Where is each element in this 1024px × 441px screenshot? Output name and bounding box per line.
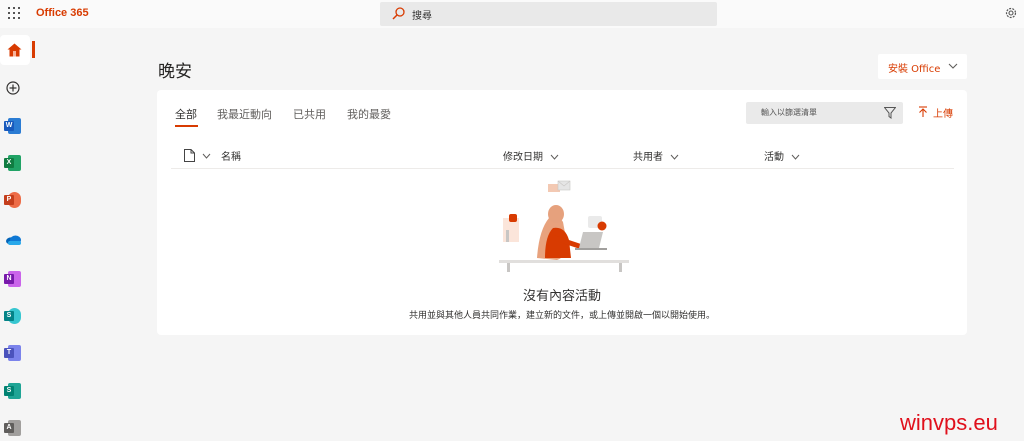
create-icon[interactable] — [6, 81, 20, 95]
chevron-down-icon — [202, 153, 211, 159]
column-shared-by[interactable]: 共用者 — [633, 148, 679, 163]
rail-item-teams[interactable]: T — [4, 345, 22, 361]
excel-letter: X — [4, 158, 14, 168]
column-name[interactable]: 名稱 — [221, 148, 241, 163]
rail-item-onenote[interactable]: N — [4, 271, 22, 287]
empty-state-title: 沒有內容活動 — [522, 289, 601, 304]
rail-item-sharepoint[interactable]: S — [4, 308, 22, 324]
column-activity-label: 活動 — [764, 152, 784, 163]
file-type-column[interactable] — [180, 149, 211, 162]
chevron-down-icon — [791, 154, 800, 160]
empty-state-subtitle: 共用並與其他人員共同作業，建立新的文件，或上傳並開啟一個以開始使用。 — [408, 311, 715, 321]
app-title[interactable]: Office 365 — [36, 7, 89, 19]
tab-all[interactable]: 全部 — [175, 106, 197, 122]
rail-item-admin[interactable]: A — [4, 420, 22, 436]
rail-item-sway[interactable]: S — [4, 383, 22, 399]
upload-label: 上傳 — [933, 109, 953, 120]
rail-active-indicator — [32, 41, 35, 58]
column-shared-by-label: 共用者 — [633, 152, 663, 163]
empty-state-illustration — [499, 180, 629, 272]
app-rail: W X P N S T S A — [0, 28, 36, 441]
file-list-header: 名稱 修改日期 共用者 活動 — [171, 144, 954, 169]
filter-icon[interactable] — [884, 107, 896, 119]
tab-shared[interactable]: 已共用 — [293, 106, 326, 122]
tab-favorites[interactable]: 我的最愛 — [347, 106, 391, 122]
teams-letter: T — [4, 348, 14, 358]
top-bar: Office 365 搜尋 — [0, 0, 1024, 28]
sway-letter: S — [4, 386, 14, 396]
admin-letter: A — [4, 423, 14, 433]
column-modified[interactable]: 修改日期 — [503, 148, 559, 163]
chevron-down-icon — [670, 154, 679, 160]
watermark: winvps.eu — [900, 410, 998, 435]
active-tab-indicator — [175, 125, 198, 127]
search-icon — [392, 7, 405, 20]
rail-item-excel[interactable]: X — [4, 155, 22, 171]
app-launcher-icon[interactable] — [8, 7, 20, 19]
upload-icon — [919, 106, 927, 117]
tab-recent[interactable]: 我最近動向 — [217, 106, 272, 122]
powerpoint-letter: P — [4, 195, 14, 205]
rail-item-word[interactable]: W — [4, 118, 22, 134]
onedrive-icon[interactable] — [5, 235, 22, 245]
filter-input[interactable]: 輸入以篩選清單 — [761, 107, 817, 118]
document-icon — [184, 149, 195, 162]
sharepoint-letter: S — [4, 311, 14, 321]
rail-item-home[interactable] — [0, 35, 30, 65]
install-office-button[interactable]: 安裝 Office — [878, 54, 967, 79]
home-icon — [7, 43, 22, 57]
gear-icon[interactable] — [1004, 6, 1018, 20]
page-title: 晚安 — [158, 62, 192, 82]
chevron-down-icon — [550, 154, 559, 160]
rail-item-powerpoint[interactable]: P — [4, 192, 22, 208]
search-box[interactable]: 搜尋 — [380, 2, 717, 26]
column-name-label: 名稱 — [221, 152, 241, 163]
column-modified-label: 修改日期 — [503, 152, 543, 163]
word-letter: W — [4, 121, 14, 131]
filter-box[interactable]: 輸入以篩選清單 — [746, 102, 903, 124]
install-office-label: 安裝 Office — [888, 64, 941, 75]
column-activity[interactable]: 活動 — [764, 148, 800, 163]
recent-files-card: 全部 我最近動向 已共用 我的最愛 輸入以篩選清單 上傳 名稱 修改日期 共用者… — [157, 90, 967, 335]
chevron-down-icon — [948, 63, 958, 69]
onenote-letter: N — [4, 274, 14, 284]
search-input[interactable]: 搜尋 — [412, 7, 432, 22]
